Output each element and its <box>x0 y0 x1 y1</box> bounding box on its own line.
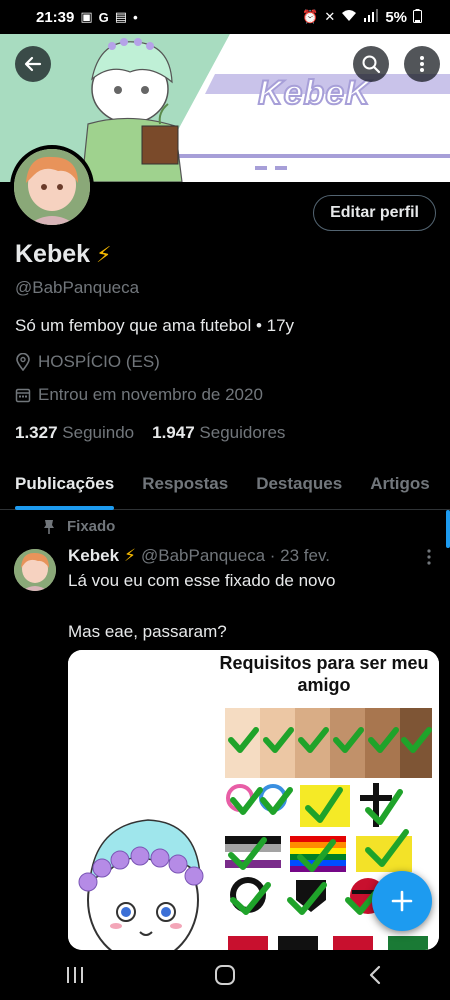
dot-icon: • <box>133 9 138 25</box>
search-icon <box>362 55 381 74</box>
lightning-icon: ⚡ <box>96 241 112 267</box>
post-header: Kebek ⚡ @BabPanqueca · 23 fev. <box>68 546 428 566</box>
clock: 21:39 <box>36 8 75 26</box>
profile-tabs: Publicações Respostas Destaques Artigos <box>0 462 450 510</box>
lightning-icon: ⚡ <box>124 546 136 565</box>
post-handle-date: @BabPanqueca · 23 fev. <box>140 546 330 565</box>
battery-icon <box>413 8 422 26</box>
signal-icon <box>363 9 379 25</box>
following-label: Seguindo <box>62 423 135 442</box>
search-button[interactable] <box>353 46 389 82</box>
back-button[interactable] <box>15 46 51 82</box>
post-text-line1: Lá vou eu com esse fixado de novo <box>68 571 336 590</box>
tab-publicacoes[interactable]: Publicações <box>0 462 127 510</box>
google-icon: G <box>98 9 109 25</box>
edit-profile-button[interactable]: Editar perfil <box>313 195 436 231</box>
scroll-indicator <box>446 510 450 548</box>
joined-text: Entrou em novembro de 2020 <box>38 385 263 404</box>
post-text-line2: Mas eae, passaram? <box>68 622 227 641</box>
plus-icon <box>391 890 413 912</box>
alarm-icon: ⏰ <box>302 9 319 24</box>
profile-bio: Só um femboy que ama futebol • 17y <box>15 316 295 335</box>
profile-joined: Entrou em novembro de 2020 <box>15 385 263 405</box>
followers-label: Seguidores <box>199 423 286 442</box>
recent-apps-button[interactable] <box>40 955 110 995</box>
following-link[interactable]: 1.327 Seguindo <box>15 423 134 443</box>
battery-percent: 5% <box>385 8 407 26</box>
more-vertical-icon <box>427 549 431 565</box>
home-icon <box>215 965 235 985</box>
follow-stats: 1.327 Seguindo 1.947 Seguidores <box>15 423 285 443</box>
more-vertical-icon <box>420 56 424 72</box>
post-more-button[interactable] <box>426 549 432 570</box>
chevron-left-icon <box>369 965 381 985</box>
profile-name: Kebek <box>15 240 91 268</box>
banner-text: KebeK <box>257 73 371 113</box>
status-bar: 21:39 ▣ G ▤ • ⏰ ✕ 5% <box>0 0 450 34</box>
mute-icon: ✕ <box>324 9 336 24</box>
compose-button[interactable] <box>372 871 432 931</box>
profile-location: HOSPÍCIO (ES) <box>15 352 160 372</box>
following-count: 1.327 <box>15 423 58 442</box>
more-button[interactable] <box>404 46 440 82</box>
tab-destaques[interactable]: Destaques <box>241 462 355 509</box>
post-author-name[interactable]: Kebek <box>68 546 119 566</box>
wifi-icon <box>341 9 357 25</box>
location-pin-icon <box>16 353 30 371</box>
pinned-indicator: Fixado <box>43 518 115 535</box>
post-avatar[interactable] <box>14 549 56 591</box>
pinned-label: Fixado <box>67 518 116 535</box>
tab-artigos[interactable]: Artigos <box>355 462 443 509</box>
profile-name-row: Kebek ⚡ <box>15 240 112 269</box>
profile-handle: @BabPanqueca <box>15 278 140 297</box>
recent-apps-icon <box>67 967 83 983</box>
followers-link[interactable]: 1.947 Seguidores <box>152 423 285 443</box>
calendar-icon <box>15 388 31 403</box>
profile-avatar[interactable] <box>10 145 94 229</box>
pin-icon <box>44 519 54 534</box>
arrow-left-icon <box>24 56 42 72</box>
home-button[interactable] <box>190 955 260 995</box>
location-text: HOSPÍCIO (ES) <box>38 352 160 371</box>
image-title: Requisitos para ser meu amigo <box>219 653 429 695</box>
back-nav-button[interactable] <box>340 955 410 995</box>
shopping-icon: ▤ <box>114 9 128 24</box>
gallery-icon: ▣ <box>80 9 93 24</box>
followers-count: 1.947 <box>152 423 195 442</box>
system-nav-bar <box>0 950 450 1000</box>
tab-respostas[interactable]: Respostas <box>127 462 241 509</box>
